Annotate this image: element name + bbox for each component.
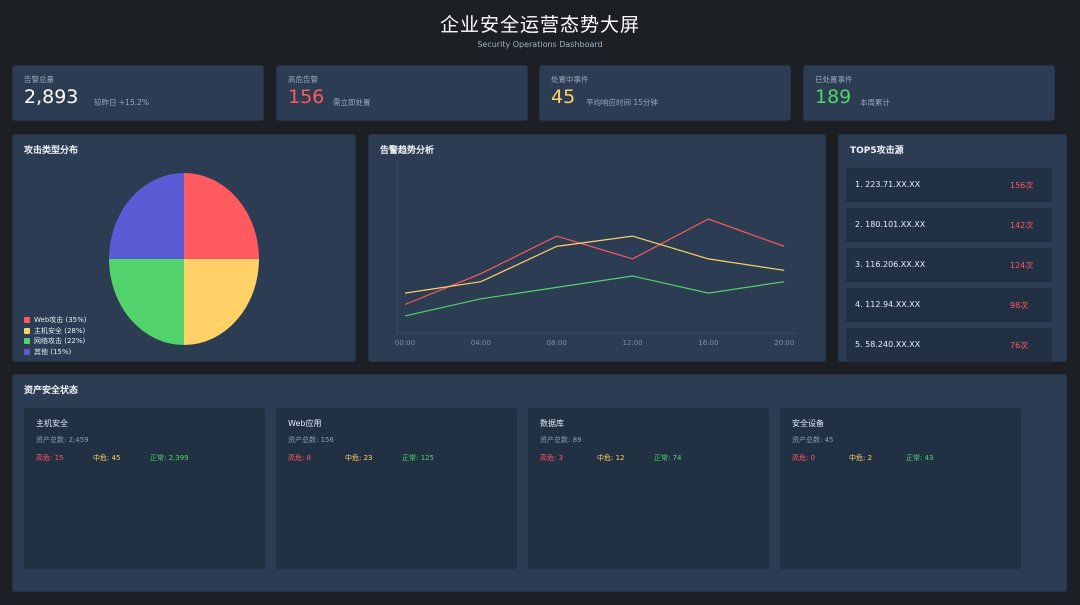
asset-normal: 正常: 125 <box>402 454 434 462</box>
page-subtitle: Security Operations Dashboard <box>477 40 603 49</box>
top5-ip: 3. 116.206.XX.XX <box>855 260 926 269</box>
asset-card-title: 数据库 <box>540 419 564 428</box>
top5-ip: 5. 58.240.XX.XX <box>855 340 921 349</box>
kpi-note: 需立即处置 <box>333 98 371 107</box>
asset-card-web[interactable]: Web应用 资产总数: 156 高危: 8 中危: 23 正常: 125 <box>276 408 517 569</box>
asset-medium-risk: 中危: 2 <box>849 454 873 462</box>
kpi-value: 189 <box>815 86 852 108</box>
kpi-card-in-progress[interactable]: 处置中事件 45 平均响应时间 15分钟 <box>539 65 791 121</box>
kpi-label: 告警总量 <box>24 75 54 84</box>
asset-high-risk: 高危: 15 <box>36 454 64 462</box>
pie-slice-network[interactable] <box>109 259 184 345</box>
x-tick-label: 08:00 <box>547 339 567 347</box>
legend-label: 网络攻击 (22%) <box>34 337 86 346</box>
asset-total: 资产总数: 2,459 <box>36 436 89 444</box>
legend-swatch <box>24 327 30 334</box>
asset-card-database[interactable]: 数据库 资产总数: 89 高危: 3 中危: 12 正常: 74 <box>528 408 769 569</box>
page-title: 企业安全运营态势大屏 <box>439 14 640 36</box>
kpi-note: 本周累计 <box>860 98 890 107</box>
attack-type-panel: 攻击类型分布 Web攻击 (35%) 主机安全 (28%) 网络攻击 (22%)… <box>12 134 356 362</box>
asset-total: 资产总数: 89 <box>540 436 582 444</box>
asset-card-title: Web应用 <box>288 419 322 428</box>
pie-slice-other[interactable] <box>109 173 184 259</box>
kpi-value: 2,893 <box>24 86 79 108</box>
top5-item[interactable]: 3. 116.206.XX.XX 124次 <box>846 248 1052 282</box>
x-tick-label: 00:00 <box>395 339 415 347</box>
x-tick-label: 12:00 <box>622 339 642 347</box>
asset-card-title: 主机安全 <box>36 419 68 428</box>
kpi-note: 较昨日 +15.2% <box>94 98 149 107</box>
pie-slice-web[interactable] <box>184 173 259 259</box>
panel-title: 资产安全状态 <box>24 386 79 396</box>
asset-card-host[interactable]: 主机安全 资产总数: 2,459 高危: 15 中危: 45 正常: 2,399 <box>24 408 265 569</box>
asset-security-panel: 资产安全状态 主机安全 资产总数: 2,459 高危: 15 中危: 45 正常… <box>12 374 1067 592</box>
kpi-label: 处置中事件 <box>551 75 589 84</box>
top5-item[interactable]: 5. 58.240.XX.XX 76次 <box>846 328 1052 362</box>
legend-item-host[interactable]: 主机安全 (28%) <box>24 326 87 337</box>
asset-total: 资产总数: 45 <box>792 436 834 444</box>
kpi-note: 平均响应时间 15分钟 <box>586 98 658 107</box>
top5-item[interactable]: 2. 180.101.XX.XX 142次 <box>846 208 1052 242</box>
top5-attack-source-panel: TOP5攻击源 1. 223.71.XX.XX 156次 2. 180.101.… <box>838 134 1067 362</box>
top5-ip: 2. 180.101.XX.XX <box>855 220 926 229</box>
top5-item[interactable]: 4. 112.94.XX.XX 98次 <box>846 288 1052 322</box>
legend-item-network[interactable]: 网络攻击 (22%) <box>24 336 87 347</box>
legend-label: Web攻击 (35%) <box>34 316 87 325</box>
asset-medium-risk: 中危: 45 <box>93 454 121 462</box>
legend-swatch <box>24 317 30 324</box>
asset-high-risk: 高危: 0 <box>792 454 816 462</box>
asset-normal: 正常: 2,399 <box>150 454 189 462</box>
panel-title: TOP5攻击源 <box>850 146 904 156</box>
pie-legend: Web攻击 (35%) 主机安全 (28%) 网络攻击 (22%) 其他 (15… <box>24 315 87 357</box>
kpi-label: 高危告警 <box>288 75 318 84</box>
top5-count: 98次 <box>1010 301 1029 310</box>
page-header: 企业安全运营态势大屏 Security Operations Dashboard <box>0 10 1080 49</box>
top5-ip: 1. 223.71.XX.XX <box>855 180 921 189</box>
kpi-label: 已处置事件 <box>815 75 853 84</box>
dashboard-page: 企业安全运营态势大屏 Security Operations Dashboard… <box>0 0 1080 605</box>
legend-label: 其他 (15%) <box>34 347 72 356</box>
top5-count: 124次 <box>1010 261 1034 270</box>
kpi-card-high-risk[interactable]: 高危告警 156 需立即处置 <box>276 65 528 121</box>
legend-item-web[interactable]: Web攻击 (35%) <box>24 315 87 326</box>
asset-medium-risk: 中危: 23 <box>345 454 373 462</box>
x-tick-label: 16:00 <box>698 339 718 347</box>
top5-count: 142次 <box>1010 221 1034 230</box>
top5-item[interactable]: 1. 223.71.XX.XX 156次 <box>846 168 1052 202</box>
legend-item-other[interactable]: 其他 (15%) <box>24 347 87 358</box>
legend-swatch <box>24 338 30 345</box>
top5-count: 76次 <box>1010 341 1029 350</box>
x-tick-label: 20:00 <box>774 339 794 347</box>
kpi-value: 156 <box>288 86 325 108</box>
asset-total: 资产总数: 156 <box>288 436 334 444</box>
kpi-value: 45 <box>551 86 576 108</box>
kpi-card-resolved[interactable]: 已处置事件 189 本周累计 <box>803 65 1055 121</box>
top5-ip: 4. 112.94.XX.XX <box>855 300 921 309</box>
asset-card-security-device[interactable]: 安全设备 资产总数: 45 高危: 0 中危: 2 正常: 43 <box>780 408 1021 569</box>
asset-card-title: 安全设备 <box>792 419 824 428</box>
asset-high-risk: 高危: 8 <box>288 454 312 462</box>
alert-trend-line-chart: 00:00 04:00 08:00 12:00 16:00 20:00 <box>395 162 798 347</box>
asset-normal: 正常: 74 <box>654 454 682 462</box>
kpi-card-total-alerts[interactable]: 告警总量 2,893 较昨日 +15.2% <box>12 65 264 121</box>
asset-medium-risk: 中危: 12 <box>597 454 625 462</box>
legend-swatch <box>24 348 30 355</box>
asset-normal: 正常: 43 <box>906 454 934 462</box>
alert-trend-panel: 告警趋势分析 00:00 04:00 08:00 12:00 16:00 20:00 <box>368 134 826 362</box>
top5-count: 156次 <box>1010 181 1034 190</box>
pie-slice-host[interactable] <box>184 259 259 345</box>
trend-series-line-2[interactable] <box>404 235 785 294</box>
asset-high-risk: 高危: 3 <box>540 454 564 462</box>
x-tick-label: 04:00 <box>471 339 491 347</box>
legend-label: 主机安全 (28%) <box>34 326 86 335</box>
